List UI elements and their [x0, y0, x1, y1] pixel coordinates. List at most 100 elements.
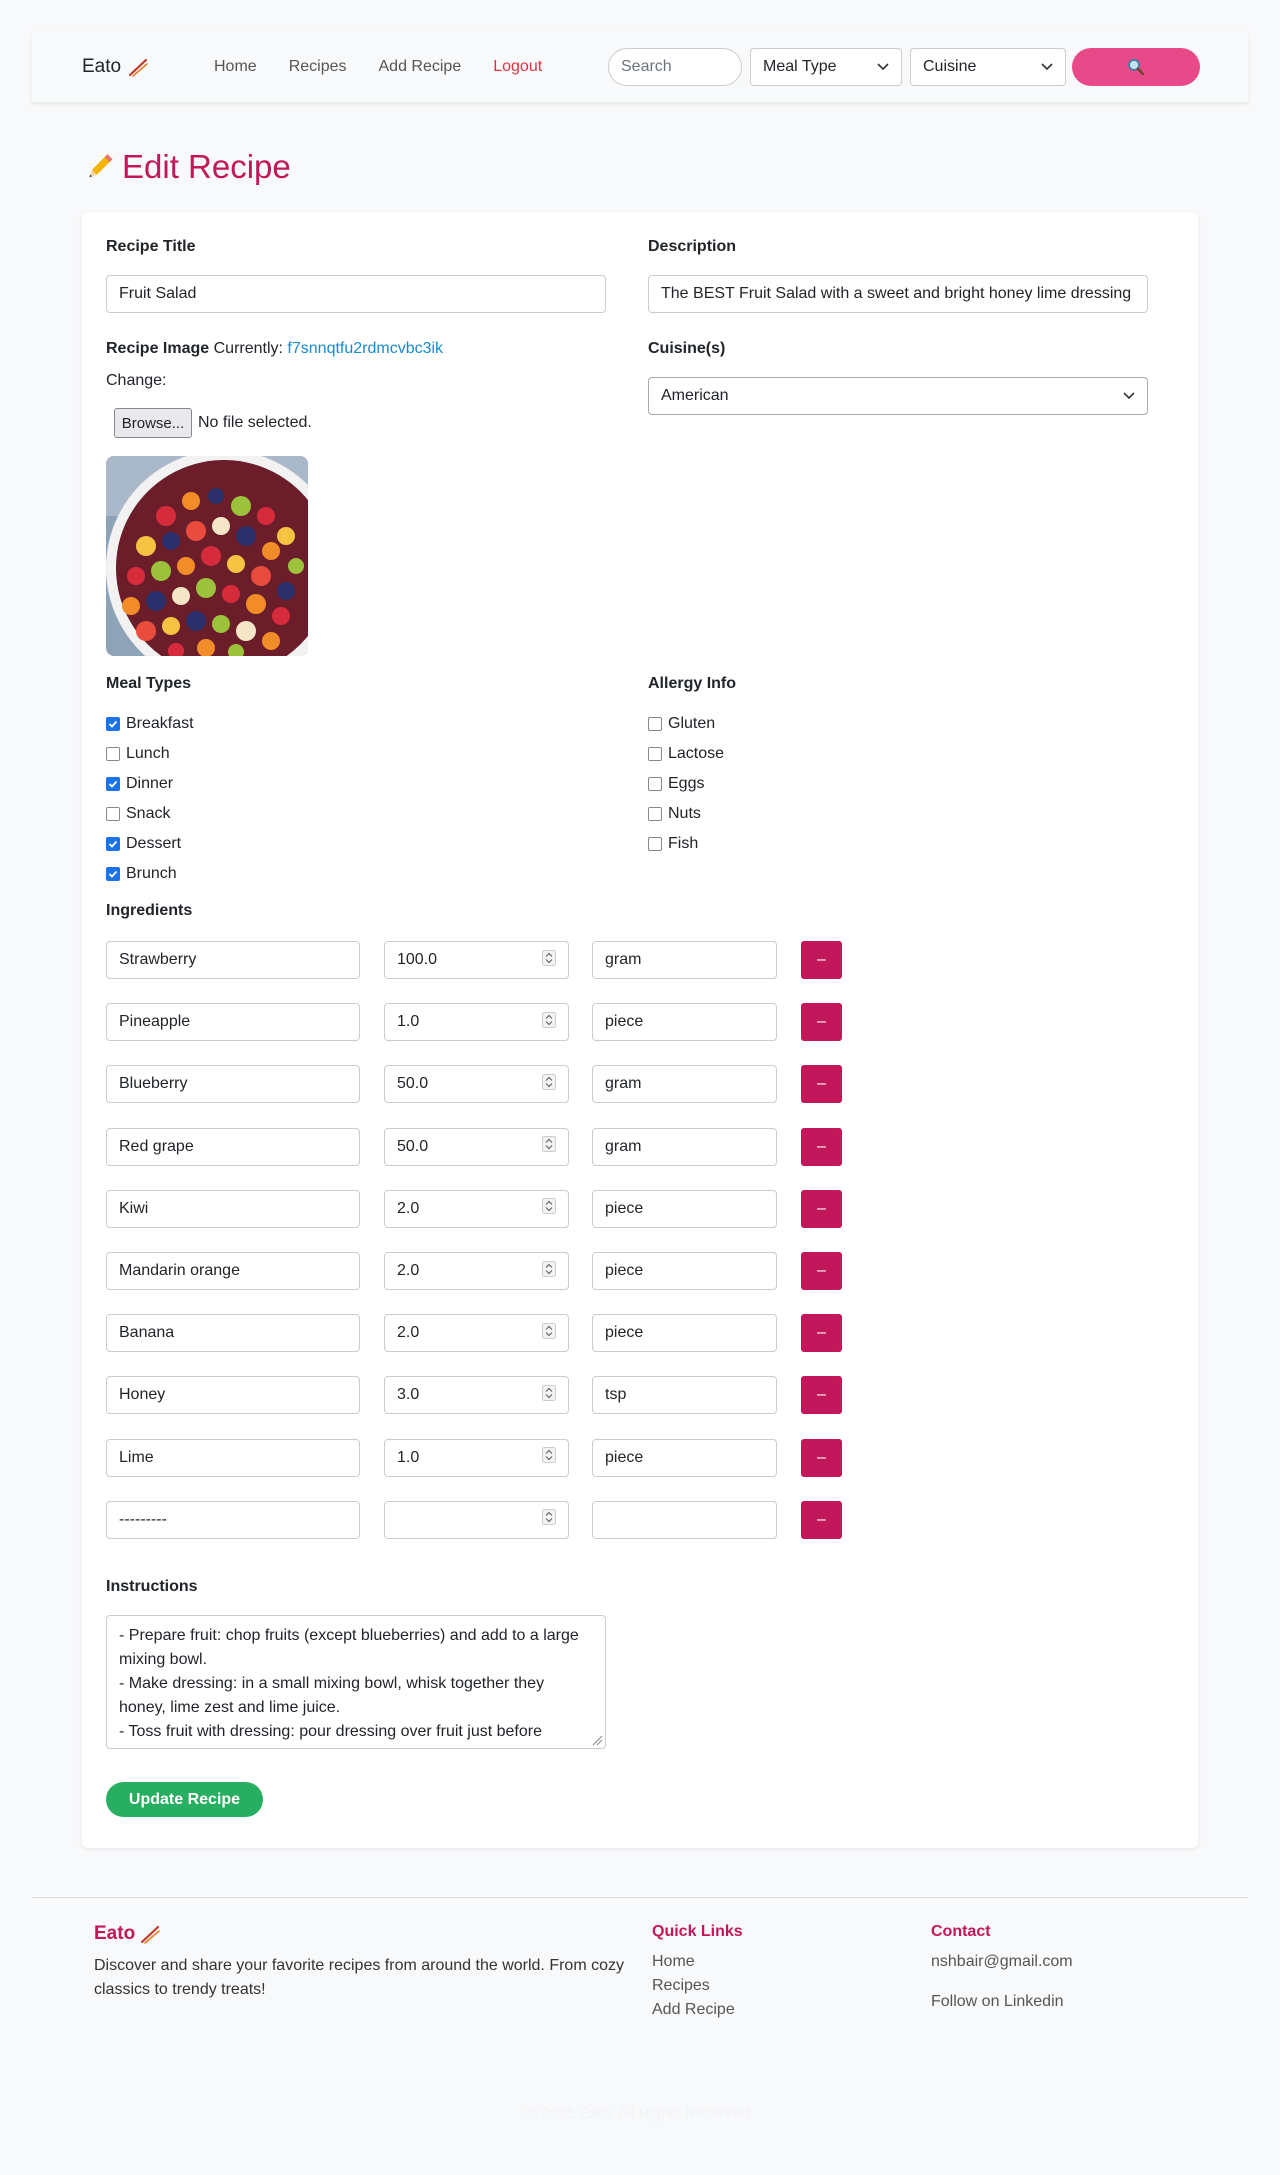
ingredient-name-input[interactable]: Blueberry: [106, 1065, 360, 1104]
ingredient-unit-input[interactable]: piece: [592, 1003, 777, 1042]
allergy-checkbox-row[interactable]: Eggs: [648, 775, 704, 793]
instructions-textarea[interactable]: - Prepare fruit: chop fruits (except blu…: [106, 1615, 606, 1749]
footer-link-add-recipe[interactable]: Add Recipe: [652, 2001, 735, 2019]
spinner-icon[interactable]: [542, 1384, 556, 1406]
ingredient-unit-input[interactable]: piece: [592, 1314, 777, 1353]
checkbox[interactable]: [648, 807, 662, 821]
description-input[interactable]: The BEST Fruit Salad with a sweet and br…: [648, 275, 1148, 313]
ingredient-unit-input[interactable]: [592, 1500, 777, 1539]
remove-ingredient-button[interactable]: –: [801, 1065, 842, 1104]
allergy-checkbox-row[interactable]: Fish: [648, 835, 698, 853]
ingredient-quantity-input[interactable]: [384, 1500, 569, 1539]
nav-home-link[interactable]: Home: [214, 58, 257, 76]
ingredient-name-input[interactable]: Lime: [106, 1438, 360, 1477]
resize-handle-icon[interactable]: [591, 1734, 603, 1746]
ingredient-name-input[interactable]: Strawberry: [106, 941, 360, 979]
ingredient-unit-input[interactable]: piece: [592, 1252, 777, 1290]
ingredient-quantity-input[interactable]: 1.0: [384, 1438, 569, 1477]
ingredient-unit-input[interactable]: gram: [592, 1065, 777, 1104]
contact-email[interactable]: nshbair@gmail.com: [931, 1953, 1073, 1971]
ingredient-quantity-input[interactable]: 2.0: [384, 1252, 569, 1290]
remove-ingredient-button[interactable]: –: [801, 941, 842, 979]
ingredient-unit-input[interactable]: piece: [592, 1438, 777, 1477]
ingredient-name-input[interactable]: Kiwi: [106, 1189, 360, 1228]
ingredient-quantity-input[interactable]: 3.0: [384, 1376, 569, 1415]
remove-ingredient-button[interactable]: –: [801, 1003, 842, 1042]
current-image-link[interactable]: f7snnqtfu2rdmcvbc3ik: [287, 340, 443, 357]
checkbox[interactable]: [106, 867, 120, 881]
meal-type-checkbox-row[interactable]: Snack: [106, 805, 170, 823]
allergy-checkbox-label: Nuts: [668, 805, 701, 822]
meal-type-checkbox-row[interactable]: Brunch: [106, 865, 177, 883]
checkbox[interactable]: [648, 777, 662, 791]
ingredient-name-input[interactable]: Honey: [106, 1376, 360, 1415]
ingredient-name-input[interactable]: Mandarin orange: [106, 1252, 360, 1290]
search-button[interactable]: [1072, 48, 1200, 86]
image-currently-text: Currently:: [213, 340, 283, 357]
ingredient-unit-input[interactable]: piece: [592, 1189, 777, 1228]
recipe-title-input[interactable]: Fruit Salad: [106, 275, 606, 313]
spinner-icon[interactable]: [542, 949, 556, 971]
search-input[interactable]: Search: [608, 48, 742, 86]
allergy-checkbox-row[interactable]: Nuts: [648, 805, 701, 823]
checkbox[interactable]: [106, 807, 120, 821]
allergy-checkbox-row[interactable]: Lactose: [648, 745, 724, 763]
nav-recipes-link[interactable]: Recipes: [289, 58, 347, 76]
checkbox[interactable]: [106, 717, 120, 731]
meal-type-checkbox-label: Lunch: [126, 745, 170, 762]
ingredient-quantity-input[interactable]: 2.0: [384, 1314, 569, 1353]
ingredient-name-input[interactable]: Red grape: [106, 1127, 360, 1166]
meal-type-select[interactable]: Meal Type: [750, 48, 902, 86]
remove-ingredient-button[interactable]: –: [801, 1438, 842, 1477]
checkbox[interactable]: [648, 717, 662, 731]
checkbox[interactable]: [106, 837, 120, 851]
spinner-icon[interactable]: [542, 1447, 556, 1468]
chopsticks-icon: [127, 56, 149, 78]
cuisine-select[interactable]: Cuisine: [910, 48, 1066, 86]
update-recipe-button[interactable]: Update Recipe: [106, 1782, 263, 1817]
meal-type-checkbox-row[interactable]: Dessert: [106, 835, 181, 853]
cuisine-dropdown[interactable]: American: [648, 377, 1148, 415]
ingredient-name-input[interactable]: ---------: [106, 1500, 360, 1539]
ingredient-quantity-input[interactable]: 1.0: [384, 1003, 569, 1042]
checkbox[interactable]: [106, 777, 120, 791]
spinner-icon[interactable]: [542, 1198, 556, 1219]
nav-logout-link[interactable]: Logout: [493, 58, 542, 76]
ingredient-quantity-input[interactable]: 2.0: [384, 1189, 569, 1228]
spinner-icon[interactable]: [542, 1322, 556, 1344]
ingredient-quantity-input[interactable]: 50.0: [384, 1127, 569, 1166]
footer-link-home[interactable]: Home: [652, 1953, 695, 1971]
remove-ingredient-button[interactable]: –: [801, 1376, 842, 1415]
spinner-icon[interactable]: [542, 1260, 556, 1282]
meal-type-checkbox-row[interactable]: Breakfast: [106, 715, 194, 733]
remove-ingredient-button[interactable]: –: [801, 1127, 842, 1166]
browse-button[interactable]: Browse...: [114, 408, 192, 438]
spinner-icon[interactable]: [542, 1011, 556, 1033]
footer-divider: [32, 1897, 1248, 1898]
meal-type-checkbox-row[interactable]: Dinner: [106, 775, 173, 793]
nav-add-recipe-link[interactable]: Add Recipe: [379, 58, 462, 76]
spinner-icon[interactable]: [542, 1509, 556, 1530]
ingredient-quantity-input[interactable]: 50.0: [384, 1065, 569, 1104]
footer-link-recipes[interactable]: Recipes: [652, 1977, 710, 1995]
remove-ingredient-button[interactable]: –: [801, 1252, 842, 1290]
checkbox[interactable]: [648, 747, 662, 761]
linkedin-link[interactable]: Follow on Linkedin: [931, 1993, 1064, 2011]
meal-type-checkbox-row[interactable]: Lunch: [106, 745, 170, 763]
ingredient-name-input[interactable]: Pineapple: [106, 1003, 360, 1042]
spinner-icon[interactable]: [542, 1073, 556, 1095]
spinner-icon[interactable]: [542, 1136, 556, 1157]
remove-ingredient-button[interactable]: –: [801, 1314, 842, 1353]
ingredient-unit-input[interactable]: gram: [592, 941, 777, 979]
ingredient-quantity-input[interactable]: 100.0: [384, 941, 569, 979]
checkbox[interactable]: [106, 747, 120, 761]
checkbox[interactable]: [648, 837, 662, 851]
ingredient-name-input[interactable]: Banana: [106, 1314, 360, 1353]
meal-type-checkbox-label: Snack: [126, 805, 171, 822]
ingredient-unit-input[interactable]: gram: [592, 1127, 777, 1166]
allergy-checkbox-row[interactable]: Gluten: [648, 715, 715, 733]
remove-ingredient-button[interactable]: –: [801, 1500, 842, 1539]
ingredient-unit-input[interactable]: tsp: [592, 1376, 777, 1415]
remove-ingredient-button[interactable]: –: [801, 1189, 842, 1228]
brand-logo[interactable]: Eato: [82, 56, 149, 78]
